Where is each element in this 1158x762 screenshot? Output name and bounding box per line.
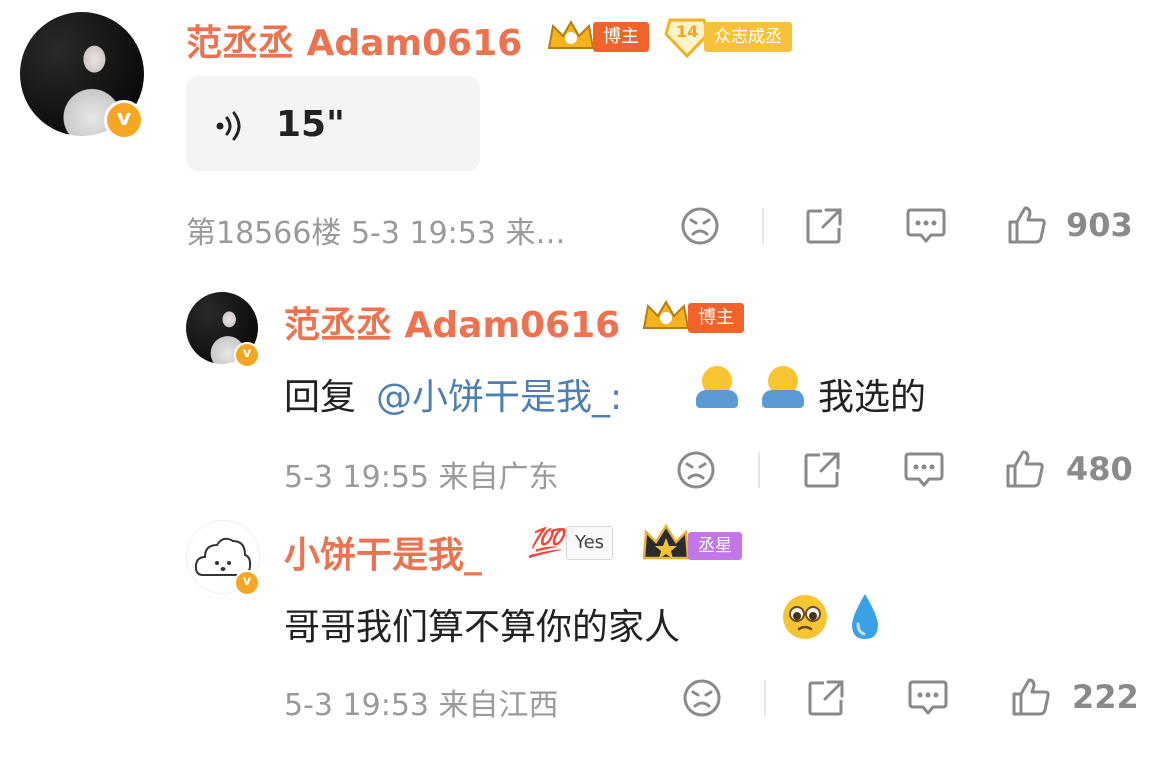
emoji-icon	[696, 366, 740, 410]
share-icon[interactable]	[806, 678, 846, 718]
droplet-icon	[852, 594, 878, 639]
emoji-icon	[762, 366, 806, 410]
mention-link[interactable]: @小饼干是我_:	[376, 368, 622, 420]
pleading-face-icon	[783, 595, 827, 639]
verified-v-icon: v	[104, 100, 144, 140]
reply-text-suffix: 我选的	[818, 377, 927, 418]
reply-text: 哥哥我们算不算你的家人	[284, 607, 681, 648]
comment-meta: 5-3 19:55 来自广东	[284, 460, 559, 495]
crown-icon	[642, 524, 690, 560]
comment-icon[interactable]	[905, 206, 947, 246]
score-badge: 💯	[528, 526, 563, 559]
like-icon[interactable]	[1006, 204, 1048, 246]
like-icon[interactable]	[1010, 676, 1052, 718]
like-count: 222	[1072, 678, 1139, 716]
comment-icon[interactable]	[907, 678, 949, 718]
dislike-icon[interactable]	[676, 450, 716, 490]
divider	[764, 680, 766, 716]
like-count: 903	[1066, 206, 1133, 244]
comment-icon[interactable]	[903, 450, 945, 490]
divider	[758, 452, 760, 488]
like-count: 480	[1066, 450, 1133, 488]
username[interactable]: 小饼干是我_	[284, 526, 482, 578]
reply-text-prefix: 回复	[284, 377, 357, 418]
username[interactable]: 范丞丞 Adam0616	[186, 14, 522, 66]
verified-v-icon: v	[234, 570, 260, 596]
voice-icon	[216, 111, 241, 141]
star-badge: 丞星	[688, 532, 742, 560]
crown-icon	[642, 299, 690, 329]
fan-badge: 众志成丞	[704, 22, 792, 52]
verified-v-icon: v	[234, 342, 260, 368]
yes-badge: Yes	[566, 526, 614, 560]
like-icon[interactable]	[1004, 448, 1046, 490]
voice-duration: 15"	[276, 104, 345, 145]
dislike-icon[interactable]	[680, 206, 720, 246]
blogger-tag: 博主	[593, 22, 649, 52]
blogger-tag: 博主	[688, 303, 744, 333]
divider	[762, 208, 764, 244]
level-number: 14	[676, 22, 699, 41]
crown-icon	[547, 19, 595, 49]
comment-meta: 5-3 19:53 来自江西	[284, 688, 559, 723]
share-icon[interactable]	[802, 450, 842, 490]
comment-meta: 第18566楼 5-3 19:53 来…	[186, 216, 566, 251]
share-icon[interactable]	[804, 206, 844, 246]
dislike-icon[interactable]	[682, 678, 722, 718]
username[interactable]: 范丞丞 Adam0616	[284, 296, 620, 348]
